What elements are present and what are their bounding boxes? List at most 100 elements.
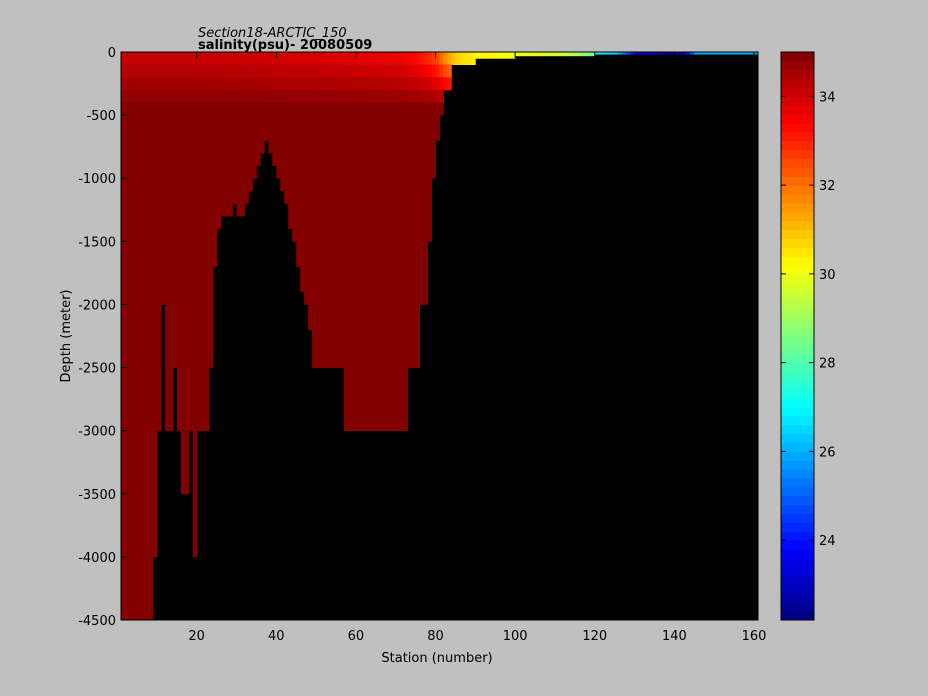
salinity-cell <box>332 102 337 116</box>
colorbar-cell <box>781 265 814 275</box>
salinity-cell <box>180 89 186 103</box>
salinity-cell <box>200 52 206 66</box>
salinity-cell <box>383 64 389 78</box>
salinity-cell <box>152 52 158 66</box>
salinity-cell <box>172 89 178 103</box>
salinity-cell <box>387 102 393 116</box>
salinity-cell <box>124 52 130 66</box>
colorbar-cell <box>781 247 814 257</box>
salinity-cell <box>144 115 150 621</box>
salinity-cell <box>367 89 373 103</box>
salinity-cell <box>252 115 257 179</box>
salinity-cell <box>355 115 361 432</box>
salinity-cell <box>268 102 273 116</box>
salinity-cell <box>355 77 361 91</box>
salinity-cell <box>124 64 130 78</box>
salinity-cell <box>495 52 500 59</box>
salinity-cell <box>260 77 265 91</box>
salinity-cell <box>224 115 229 217</box>
salinity-cell <box>121 89 126 103</box>
salinity-cell <box>212 102 217 116</box>
salinity-cell <box>304 52 309 66</box>
salinity-cell <box>443 64 448 78</box>
salinity-cell <box>288 89 293 103</box>
salinity-cell <box>168 89 174 103</box>
salinity-cell <box>423 52 428 66</box>
salinity-cell <box>391 77 397 91</box>
salinity-cell <box>236 89 241 103</box>
salinity-cell <box>395 64 401 78</box>
salinity-cell <box>439 102 444 116</box>
salinity-cell <box>136 102 142 116</box>
salinity-cell <box>471 52 476 66</box>
salinity-cell <box>208 64 213 78</box>
salinity-cell <box>296 52 301 66</box>
salinity-cell <box>264 52 269 66</box>
salinity-cell <box>507 52 512 59</box>
colorbar-cell <box>781 300 814 310</box>
salinity-cell <box>308 89 313 103</box>
salinity-cell <box>192 115 198 558</box>
colorbar-cell <box>781 549 814 559</box>
salinity-cell <box>387 64 393 78</box>
salinity-cell <box>136 89 142 103</box>
salinity-cell <box>447 64 452 78</box>
salinity-cell <box>415 64 420 78</box>
salinity-cell <box>316 64 321 78</box>
salinity-cell <box>359 52 365 66</box>
salinity-cell <box>176 77 182 91</box>
salinity-cell <box>252 102 257 116</box>
salinity-cell <box>128 52 134 66</box>
colorbar-cell <box>781 531 814 541</box>
salinity-cell <box>152 89 158 103</box>
salinity-cell <box>407 115 413 368</box>
salinity-cell <box>220 52 225 66</box>
salinity-cell <box>156 77 162 91</box>
x-tick-label: 100 <box>503 629 528 644</box>
salinity-cell <box>343 52 349 66</box>
salinity-cell <box>240 77 245 91</box>
salinity-cell <box>121 52 126 66</box>
salinity-cell <box>423 64 428 78</box>
salinity-cell <box>148 64 154 78</box>
salinity-cell <box>164 115 170 432</box>
salinity-cell <box>280 52 285 66</box>
salinity-cell <box>128 77 134 91</box>
salinity-cell <box>371 89 377 103</box>
salinity-cell <box>543 52 548 57</box>
salinity-cell <box>415 115 420 368</box>
salinity-cell <box>503 52 508 59</box>
salinity-cell <box>240 102 245 116</box>
salinity-cell <box>180 52 186 66</box>
x-tick-label: 140 <box>662 629 687 644</box>
salinity-cell <box>391 64 397 78</box>
colorbar-cell <box>781 123 814 133</box>
salinity-cell <box>188 64 194 78</box>
salinity-cell <box>196 64 202 78</box>
salinity-cell <box>351 102 357 116</box>
colorbar-cell <box>781 167 814 177</box>
salinity-cell <box>343 89 349 103</box>
salinity-cell <box>304 102 309 116</box>
colorbar-cell <box>781 238 814 248</box>
salinity-cell <box>196 77 202 91</box>
salinity-cell <box>379 52 385 66</box>
salinity-cell <box>515 52 520 57</box>
salinity-cell <box>268 77 273 91</box>
salinity-cell <box>335 115 341 368</box>
colorbar-cell <box>781 336 814 346</box>
salinity-cell <box>180 115 186 495</box>
salinity-cell <box>228 64 233 78</box>
salinity-cell <box>427 89 432 103</box>
salinity-cell <box>276 52 281 66</box>
salinity-section-figure: 20 40 60 80 100 120 140 160 0 -500 -1000 -1500 -200… <box>0 0 928 696</box>
colorbar-cell <box>781 602 814 612</box>
salinity-cell <box>288 52 293 66</box>
salinity-cell <box>300 77 305 91</box>
salinity-cell <box>264 64 269 78</box>
salinity-cell <box>208 52 213 66</box>
salinity-cell <box>132 89 138 103</box>
salinity-cell <box>339 115 345 368</box>
salinity-cell <box>192 89 198 103</box>
salinity-cell <box>121 64 126 78</box>
